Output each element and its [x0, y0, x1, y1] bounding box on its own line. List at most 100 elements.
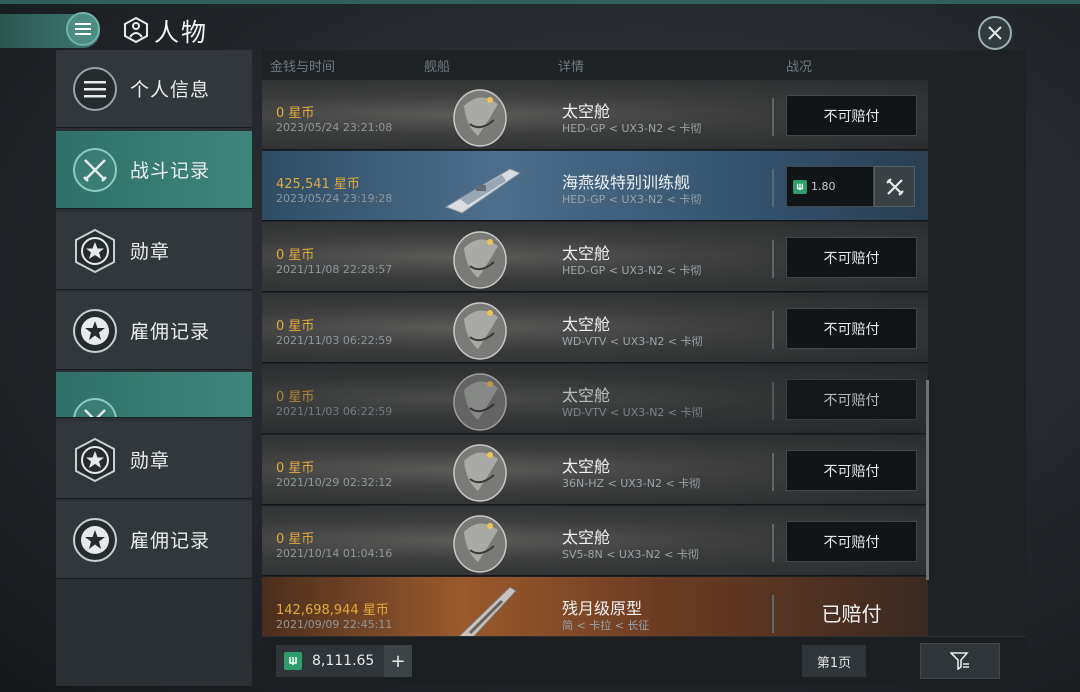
timestamp: 2021/09/09 22:45:11: [276, 618, 393, 631]
location-path: WD-VTV < UX3-N2 < 卡彻: [562, 406, 703, 419]
main-menu-button[interactable]: [66, 12, 100, 46]
ship-image: [440, 84, 526, 148]
sidebar-item-medals-dup[interactable]: 勋章: [56, 421, 252, 499]
ship-image: [440, 439, 526, 503]
combat-log-panel: 金钱与时间 舰船 详情 战况 0 星币 2023/05/24 23:21:08 …: [262, 50, 1026, 686]
isk-value: 0 星币: [276, 319, 315, 334]
sidebar-item-hire-log-dup[interactable]: 雇佣记录: [56, 501, 252, 579]
crossed-swords-icon: [72, 147, 118, 193]
close-button[interactable]: [978, 16, 1012, 50]
location-path: HED-GP < UX3-N2 < 卡彻: [562, 193, 702, 206]
star-shield-icon: [72, 228, 118, 274]
menu-icon: [75, 23, 91, 35]
ship-image: [440, 297, 526, 361]
combat-record-row[interactable]: 0 星币 2021/10/14 01:04:16 太空舱 SV5-8N < UX…: [262, 506, 928, 576]
location-path: 简 < 卡拉 < 长征: [562, 619, 650, 632]
filter-icon: [950, 652, 969, 670]
sidebar-item-combat-log-ghost: [56, 372, 252, 418]
isk-value: 425,541 星币: [276, 177, 360, 192]
divider: [772, 595, 774, 633]
ship-image: [440, 226, 526, 290]
wrench-icon: [885, 177, 904, 196]
ship-name: 太空舱: [562, 315, 611, 334]
divider: [772, 169, 774, 207]
ship-name: 残月级原型: [562, 599, 643, 618]
sidebar: 个人信息 战斗记录 勋章 雇佣记录 勋章 雇佣记录: [56, 50, 252, 686]
ship-image: [440, 155, 526, 219]
status-button[interactable]: 不可赔付: [786, 237, 917, 278]
sidebar-item-medals[interactable]: 勋章: [56, 212, 252, 290]
location-path: WD-VTV < UX3-N2 < 卡彻: [562, 335, 703, 348]
col-ship: 舰船: [424, 60, 451, 75]
sidebar-item-combat-log[interactable]: 战斗记录: [56, 131, 252, 209]
repair-button[interactable]: [874, 166, 915, 207]
status-button[interactable]: 不可赔付: [786, 521, 917, 562]
page-indicator[interactable]: 第1页: [802, 645, 866, 677]
wallet-amount: 8,111.65: [312, 653, 375, 669]
divider: [772, 382, 774, 420]
combat-record-row[interactable]: 0 星币 2023/05/24 23:21:08 太空舱 HED-GP < UX…: [262, 80, 928, 150]
timestamp: 2021/11/03 06:22:59: [276, 405, 393, 418]
plex-icon: [284, 652, 302, 670]
combat-record-row[interactable]: 0 星币 2021/11/03 06:22:59 太空舱 WD-VTV < UX…: [262, 364, 928, 434]
timestamp: 2021/10/14 01:04:16: [276, 547, 393, 560]
combat-record-row[interactable]: 0 星币 2021/11/03 06:22:59 太空舱 WD-VTV < UX…: [262, 293, 928, 363]
plex-icon: [793, 179, 807, 194]
isk-value: 0 星币: [276, 106, 315, 121]
page-title: 人物: [154, 18, 209, 47]
crossed-swords-icon: [72, 397, 118, 417]
insurance-claim: 1.80: [786, 166, 917, 207]
status-button[interactable]: 不可赔付: [786, 95, 917, 136]
divider: [772, 98, 774, 136]
location-path: HED-GP < UX3-N2 < 卡彻: [562, 264, 702, 277]
divider: [772, 453, 774, 491]
location-path: 36N-HZ < UX3-N2 < 卡彻: [562, 477, 701, 490]
star-shield-icon: [72, 437, 118, 483]
ship-name: 海燕级特别训练舰: [562, 173, 691, 192]
star-circle-icon: [72, 517, 118, 563]
sidebar-item-label: 雇佣记录: [130, 321, 211, 343]
status-button[interactable]: 不可赔付: [786, 450, 917, 491]
claim-value: 1.80: [811, 180, 836, 193]
scrollbar[interactable]: [926, 380, 929, 580]
add-funds-button[interactable]: +: [384, 645, 412, 677]
timestamp: 2021/11/08 22:28:57: [276, 263, 393, 276]
bottom-bar: 8,111.65 + 第1页: [262, 636, 1026, 686]
sidebar-item-label: 战斗记录: [130, 160, 211, 182]
sidebar-item-label: 勋章: [130, 450, 171, 472]
filter-button[interactable]: [920, 643, 1000, 679]
combat-record-row[interactable]: 0 星币 2021/10/29 02:32:12 太空舱 36N-HZ < UX…: [262, 435, 928, 505]
timestamp: 2021/11/03 06:22:59: [276, 334, 393, 347]
status-button[interactable]: 不可赔付: [786, 379, 917, 420]
isk-value: 0 星币: [276, 390, 315, 405]
divider: [772, 240, 774, 278]
ship-name: 太空舱: [562, 386, 611, 405]
timestamp: 2023/05/24 23:19:28: [276, 192, 393, 205]
timestamp: 2021/10/29 02:32:12: [276, 476, 393, 489]
menu-icon: [72, 66, 118, 112]
ship-image: [440, 368, 526, 432]
col-details: 详情: [558, 60, 585, 75]
ship-name: 太空舱: [562, 457, 611, 476]
divider: [772, 311, 774, 349]
ship-name: 太空舱: [562, 102, 611, 121]
combat-record-row[interactable]: 425,541 星币 2023/05/24 23:19:28 海燕级特别训练舰 …: [262, 151, 928, 221]
sidebar-item-label: 勋章: [130, 241, 171, 263]
wallet-balance: 8,111.65 +: [276, 645, 412, 677]
ship-name: 太空舱: [562, 528, 611, 547]
sidebar-item-hire-log[interactable]: 雇佣记录: [56, 292, 252, 370]
sidebar-item-profile[interactable]: 个人信息: [56, 50, 252, 128]
isk-value: 0 星币: [276, 461, 315, 476]
status-paid: 已赔付: [821, 602, 882, 626]
star-circle-icon: [72, 308, 118, 354]
claim-value-box: 1.80: [786, 166, 874, 207]
sidebar-item-label: 雇佣记录: [130, 530, 211, 552]
divider: [772, 524, 774, 562]
combat-record-row[interactable]: 0 星币 2021/11/08 22:28:57 太空舱 HED-GP < UX…: [262, 222, 928, 292]
isk-value: 142,698,944 星币: [276, 603, 389, 618]
character-icon: [124, 16, 148, 44]
title-bar: 人物: [0, 4, 1080, 50]
timestamp: 2023/05/24 23:21:08: [276, 121, 393, 134]
location-path: SV5-8N < UX3-N2 < 卡彻: [562, 548, 699, 561]
status-button[interactable]: 不可赔付: [786, 308, 917, 349]
